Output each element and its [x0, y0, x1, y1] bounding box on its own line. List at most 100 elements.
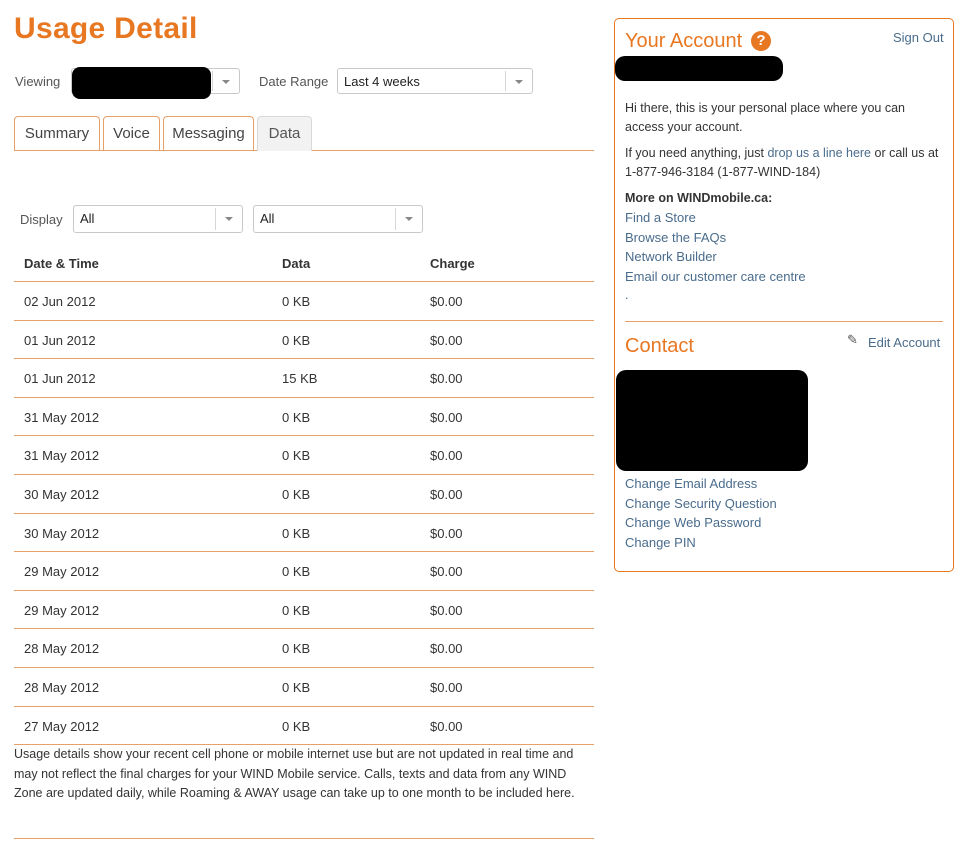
chevron-down-icon [405, 217, 413, 221]
change-security-question-link[interactable]: Change Security Question [625, 496, 777, 511]
cell-charge: $0.00 [430, 603, 463, 618]
cell-date: 02 Jun 2012 [24, 294, 96, 309]
cell-date: 31 May 2012 [24, 448, 100, 463]
column-header-date: Date & Time [24, 256, 99, 271]
column-header-data: Data [282, 256, 311, 271]
sign-out-link[interactable]: Sign Out [893, 30, 944, 45]
cell-data: 0 KB [282, 333, 311, 348]
cell-charge: $0.00 [430, 371, 463, 386]
chevron-down-icon [515, 80, 523, 84]
cell-charge: $0.00 [430, 719, 463, 734]
chevron-down-icon [222, 80, 230, 84]
cell-date: 01 Jun 2012 [24, 333, 96, 348]
row-divider [14, 320, 594, 321]
more-on-wind-heading: More on WINDmobile.ca: [625, 191, 773, 205]
cell-data: 0 KB [282, 641, 311, 656]
date-range-label: Date Range [259, 74, 329, 89]
chevron-down-icon [225, 217, 233, 221]
redacted-phone-number [72, 67, 211, 99]
change-web-password-link[interactable]: Change Web Password [625, 515, 761, 530]
cell-charge: $0.00 [430, 448, 463, 463]
trailing-dot: . [625, 288, 629, 302]
cell-data: 0 KB [282, 603, 311, 618]
row-divider [14, 358, 594, 359]
tab-data[interactable]: Data [257, 116, 312, 151]
cell-charge: $0.00 [430, 680, 463, 695]
display-filter-1[interactable]: All [73, 205, 243, 233]
cell-date: 28 May 2012 [24, 680, 100, 695]
find-a-store-link[interactable]: Find a Store [625, 210, 696, 225]
edit-account-link[interactable]: Edit Account [868, 335, 940, 350]
cell-date: 30 May 2012 [24, 526, 100, 541]
date-range-value: Last 4 weeks [344, 74, 420, 89]
cell-data: 0 KB [282, 564, 311, 579]
panel-divider [625, 321, 943, 322]
change-email-link[interactable]: Change Email Address [625, 476, 757, 491]
viewing-label: Viewing [15, 74, 61, 89]
help-text-prefix: If you need anything, just [625, 146, 768, 160]
display-label: Display [20, 212, 63, 227]
row-divider [14, 628, 594, 629]
tab-messaging[interactable]: Messaging [163, 116, 254, 150]
cell-data: 15 KB [282, 371, 318, 386]
cell-charge: $0.00 [430, 564, 463, 579]
footer-divider [14, 838, 594, 839]
usage-disclaimer: Usage details show your recent cell phon… [14, 747, 575, 800]
row-divider [14, 706, 594, 707]
row-divider [14, 590, 594, 591]
cell-date: 29 May 2012 [24, 564, 100, 579]
account-panel: Your Account ? Sign Out Hi there, this i… [614, 18, 954, 572]
cell-date: 28 May 2012 [24, 641, 100, 656]
row-divider [14, 667, 594, 668]
cell-date: 27 May 2012 [24, 719, 100, 734]
date-range-select[interactable]: Last 4 weeks [337, 68, 533, 94]
viewing-dropdown-toggle[interactable] [212, 71, 239, 91]
row-divider [14, 551, 594, 552]
account-help-text: If you need anything, just drop us a lin… [625, 144, 947, 182]
usage-tabs: Summary Voice Messaging Data [14, 116, 594, 151]
drop-us-a-line-link[interactable]: drop us a line here [767, 146, 871, 160]
cell-date: 30 May 2012 [24, 487, 100, 502]
cell-charge: $0.00 [430, 333, 463, 348]
row-divider [14, 281, 594, 282]
row-divider [14, 474, 594, 475]
cell-data: 0 KB [282, 719, 311, 734]
cell-charge: $0.00 [430, 526, 463, 541]
display-filter-1-value: All [80, 211, 95, 226]
your-account-heading: Your Account [625, 30, 743, 52]
cell-charge: $0.00 [430, 294, 463, 309]
cell-charge: $0.00 [430, 487, 463, 502]
cell-data: 0 KB [282, 448, 311, 463]
display-filter-1-toggle[interactable] [215, 208, 242, 230]
display-filter-2[interactable]: All [253, 205, 423, 233]
browse-faqs-link[interactable]: Browse the FAQs [625, 230, 726, 245]
cell-data: 0 KB [282, 410, 311, 425]
row-divider [14, 513, 594, 514]
page-title: Usage Detail [14, 12, 198, 45]
row-divider [14, 435, 594, 436]
change-pin-link[interactable]: Change PIN [625, 535, 696, 550]
date-range-dropdown-toggle[interactable] [505, 71, 532, 91]
cell-date: 29 May 2012 [24, 603, 100, 618]
pencil-icon[interactable]: ✎ [847, 332, 858, 348]
display-filter-2-toggle[interactable] [395, 208, 422, 230]
cell-data: 0 KB [282, 680, 311, 695]
account-intro: Hi there, this is your personal place wh… [625, 101, 906, 134]
row-divider [14, 397, 594, 398]
cell-date: 01 Jun 2012 [24, 371, 96, 386]
cell-charge: $0.00 [430, 410, 463, 425]
redacted-contact-details [616, 370, 808, 471]
column-header-charge: Charge [430, 256, 475, 271]
email-customer-care-link[interactable]: Email our customer care centre [625, 269, 806, 284]
cell-data: 0 KB [282, 294, 311, 309]
tab-summary[interactable]: Summary [14, 116, 100, 150]
cell-data: 0 KB [282, 487, 311, 502]
redacted-account-name [615, 56, 783, 81]
cell-data: 0 KB [282, 526, 311, 541]
help-icon[interactable]: ? [751, 31, 771, 51]
tab-voice[interactable]: Voice [103, 116, 160, 150]
cell-date: 31 May 2012 [24, 410, 100, 425]
network-builder-link[interactable]: Network Builder [625, 249, 717, 264]
cell-charge: $0.00 [430, 641, 463, 656]
display-filter-2-value: All [260, 211, 275, 226]
